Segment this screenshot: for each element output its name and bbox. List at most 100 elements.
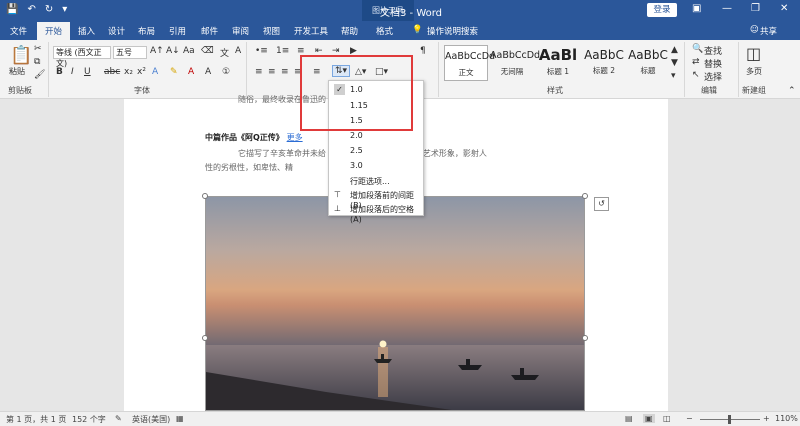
tab-design[interactable]: 设计 <box>108 25 125 37</box>
share-button[interactable]: 共享 <box>760 25 777 37</box>
tab-insert[interactable]: 插入 <box>78 25 95 37</box>
style-title[interactable]: AaBbC 标题 <box>626 45 670 81</box>
space-after-icon: ⊥ <box>334 204 341 213</box>
align-right-icon[interactable]: ≡ <box>281 67 289 77</box>
grow-font-icon[interactable]: A↑ <box>150 46 164 56</box>
tab-mailings[interactable]: 邮件 <box>201 25 218 37</box>
close-icon[interactable]: ✕ <box>780 3 788 14</box>
find-button[interactable]: 查找 <box>704 44 722 57</box>
resize-handle[interactable] <box>582 335 588 341</box>
ribbon-display-icon[interactable]: ▣ <box>692 3 701 14</box>
replace-button[interactable]: 替换 <box>704 57 722 70</box>
char-shading-icon[interactable]: A <box>205 67 211 77</box>
redo-icon[interactable]: ↻ <box>45 4 53 15</box>
show-marks-icon[interactable]: ¶ <box>420 46 426 56</box>
underline-icon[interactable]: U <box>84 67 91 77</box>
add-space-after[interactable]: 增加段落后的空格(A) <box>350 204 423 224</box>
save-icon[interactable]: 💾 <box>6 4 18 15</box>
copy-icon[interactable]: ⧉ <box>34 57 40 67</box>
font-color-icon[interactable]: A <box>188 67 194 77</box>
paste-icon[interactable]: 📋 <box>10 45 32 66</box>
clear-format-icon[interactable]: ⌫ <box>201 46 214 56</box>
spacing-option-2-5[interactable]: 2.5 <box>350 146 363 155</box>
subscript-icon[interactable]: x₂ <box>124 67 133 77</box>
tab-format[interactable]: 格式 <box>376 25 393 37</box>
multipage-icon[interactable]: ◫ <box>746 44 761 63</box>
tab-file[interactable]: 文件 <box>10 25 27 37</box>
focus-mode-icon[interactable]: ▤ <box>625 414 633 423</box>
zoom-level[interactable]: 110% <box>775 414 798 423</box>
font-size-select[interactable]: 五号 <box>113 46 147 59</box>
styles-more-icon[interactable]: ▾ <box>671 71 676 81</box>
find-icon[interactable]: 🔍 <box>692 44 703 54</box>
italic-icon[interactable]: I <box>71 67 74 77</box>
proofing-icon[interactable]: ✎ <box>115 414 122 423</box>
tell-me-search[interactable]: 操作说明搜索 <box>427 25 478 37</box>
login-button[interactable]: 登录 <box>647 3 677 17</box>
tab-references[interactable]: 引用 <box>169 25 186 37</box>
minimize-icon[interactable]: — <box>722 3 732 14</box>
zoom-slider-thumb[interactable] <box>728 415 731 424</box>
strikethrough-icon[interactable]: abc <box>104 67 120 77</box>
styles-scroll-up-icon[interactable]: ▲ <box>671 45 678 55</box>
align-center-icon[interactable]: ≡ <box>268 67 276 77</box>
text-effects-icon[interactable]: A <box>152 67 158 77</box>
page-count[interactable]: 第 1 页，共 1 页 <box>6 414 66 425</box>
layout-options-icon[interactable]: ↺ <box>594 197 609 211</box>
select-button[interactable]: 选择 <box>704 70 722 83</box>
paste-button[interactable]: 粘贴 <box>9 66 25 77</box>
style-heading-2[interactable]: AaBbC 标题 2 <box>582 45 626 81</box>
line-spacing-options[interactable]: 行距选项... <box>350 176 390 187</box>
tab-developer[interactable]: 开发工具 <box>294 25 328 37</box>
style-normal[interactable]: AaBbCcDd 正文 <box>444 45 495 81</box>
char-border-icon[interactable]: A <box>235 46 241 56</box>
customize-qat-icon[interactable]: ▾ <box>62 4 67 15</box>
print-layout-icon[interactable]: ▣ <box>643 414 655 423</box>
superscript-icon[interactable]: x² <box>137 67 146 77</box>
highlight-icon[interactable]: ✎ <box>170 67 178 77</box>
style-no-spacing[interactable]: AaBbCcDd 无间隔 <box>490 45 541 81</box>
bold-icon[interactable]: B <box>56 67 63 77</box>
doc-more-link[interactable]: 更多 <box>287 133 303 142</box>
shrink-font-icon[interactable]: A↓ <box>166 46 180 56</box>
maximize-icon[interactable]: ❐ <box>751 3 760 14</box>
zoom-in-icon[interactable]: + <box>763 414 770 423</box>
resize-handle[interactable] <box>202 335 208 341</box>
enclose-char-icon[interactable]: ① <box>222 67 230 77</box>
style-preview: AaBbCcDd <box>490 50 541 61</box>
replace-icon[interactable]: ⇄ <box>692 57 700 67</box>
separator <box>438 42 439 97</box>
format-painter-icon[interactable]: 🖌 <box>34 70 45 80</box>
language-indicator[interactable]: 英语(美国) <box>132 414 170 425</box>
macro-icon[interactable]: ▦ <box>176 414 184 423</box>
change-case-icon[interactable]: Aa <box>183 46 195 56</box>
sunset-picture[interactable] <box>205 196 585 411</box>
clipboard-group-label: 剪贴板 <box>8 86 32 95</box>
align-left-icon[interactable]: ≡ <box>255 67 263 77</box>
resize-handle[interactable] <box>202 193 208 199</box>
spacing-option-2-0[interactable]: 2.0 <box>350 131 363 140</box>
styles-scroll-down-icon[interactable]: ▼ <box>671 58 678 68</box>
word-count[interactable]: 152 个字 <box>72 414 106 425</box>
select-icon[interactable]: ↖ <box>692 70 700 80</box>
web-layout-icon[interactable]: ◫ <box>663 414 671 423</box>
collapse-ribbon-icon[interactable]: ⌃ <box>788 86 796 96</box>
numbering-icon[interactable]: 1≡ <box>276 46 289 56</box>
tab-help[interactable]: 帮助 <box>341 25 358 37</box>
zoom-out-icon[interactable]: − <box>686 414 693 423</box>
bullets-icon[interactable]: •≡ <box>255 46 268 56</box>
resize-handle[interactable] <box>582 193 588 199</box>
phonetic-guide-icon[interactable]: 文 <box>220 46 229 59</box>
spacing-option-3-0[interactable]: 3.0 <box>350 161 363 170</box>
multipage-button[interactable]: 多页 <box>746 66 762 77</box>
tab-layout[interactable]: 布局 <box>138 25 155 37</box>
undo-icon[interactable]: ↶ <box>27 4 35 15</box>
tab-view[interactable]: 视图 <box>263 25 280 37</box>
cut-icon[interactable]: ✂ <box>34 44 42 54</box>
tab-review[interactable]: 审阅 <box>232 25 249 37</box>
doc-body-line: 性的劣根性，如卑怯、精 <box>205 163 293 172</box>
font-name-select[interactable]: 等线 (西文正文) <box>53 46 111 68</box>
tab-home[interactable]: 开始 <box>37 22 71 40</box>
lightbulb-icon: 💡 <box>412 25 423 35</box>
style-heading-1[interactable]: AaBl 标题 1 <box>536 45 580 81</box>
